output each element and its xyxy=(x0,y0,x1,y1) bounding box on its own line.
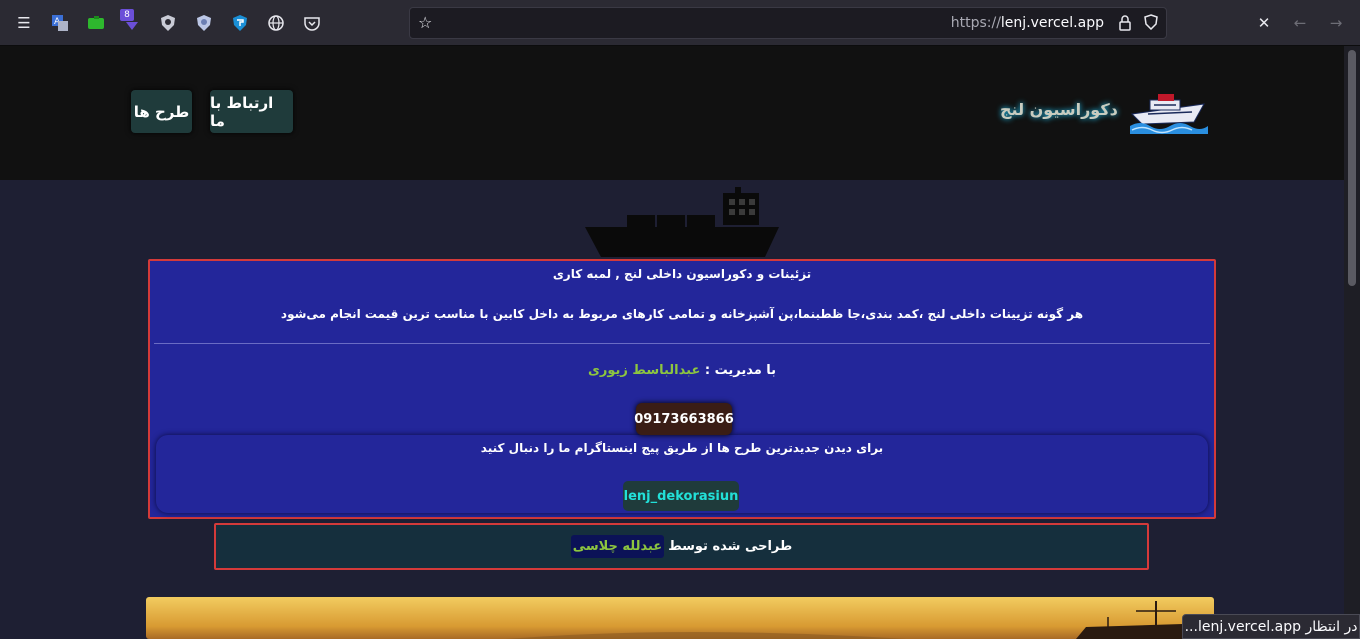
instagram-section: برای دیدن جدیدترین طرح ها از طریق پیج ای… xyxy=(156,435,1208,513)
lock-icon[interactable] xyxy=(1119,15,1131,35)
manager-line: با مدیریت : عبدالباسط زیوری xyxy=(150,363,1214,378)
forward-arrow-icon[interactable]: → xyxy=(1324,11,1348,35)
url-text: https://lenj.vercel.app xyxy=(950,15,1104,31)
menu-icon[interactable]: ☰ xyxy=(12,11,36,35)
main-info-box: تزئینات و دکوراسیون داخلی لنج , لمبه کار… xyxy=(148,259,1216,519)
browser-toolbar: ☰ A 8 ☆ https://lenj.vercel.app ✕ ← → xyxy=(0,0,1360,46)
globe-icon[interactable] xyxy=(264,11,288,35)
phone-number-button[interactable]: 09173663866 xyxy=(634,403,734,435)
tracking-shield-icon[interactable] xyxy=(1144,14,1158,34)
shield-extension-icon[interactable] xyxy=(156,11,180,35)
back-arrow-icon[interactable]: ← xyxy=(1288,11,1312,35)
pocket-icon[interactable] xyxy=(300,11,324,35)
nav-designs-button[interactable]: طرح ها xyxy=(131,90,192,133)
extension-badge: 8 xyxy=(120,9,134,21)
site-brand[interactable]: دکوراسیون لنج xyxy=(1000,100,1118,119)
url-bar[interactable]: ☆ https://lenj.vercel.app xyxy=(409,7,1167,39)
cargo-ship-icon xyxy=(585,187,779,257)
services-description: هر گونه تزیینات داخلی لنج ،کمد بندی،جا ظ… xyxy=(280,307,1084,321)
bookmark-star-icon[interactable]: ☆ xyxy=(418,13,432,32)
extension-green-icon[interactable] xyxy=(84,11,108,35)
close-icon[interactable]: ✕ xyxy=(1252,11,1276,35)
status-bar: در انتظار lenj.vercel.app... xyxy=(1182,614,1360,639)
page-title: تزئینات و دکوراسیون داخلی لنج , لمبه کار… xyxy=(552,267,812,281)
manager-name: عبدالباسط زیوری xyxy=(587,363,701,378)
nav-contact-button[interactable]: ارتباط با ما xyxy=(210,90,293,133)
site-header: طرح ها ارتباط با ما دکوراسیون لنج xyxy=(0,46,1344,180)
scrollbar-thumb[interactable] xyxy=(1348,50,1356,286)
page-scrollbar[interactable] xyxy=(1344,46,1360,639)
instagram-text: برای دیدن جدیدترین طرح ها از طریق پیج ای… xyxy=(480,441,884,455)
manager-label: با مدیریت : xyxy=(704,363,777,378)
translate-icon[interactable]: A xyxy=(48,11,72,35)
designed-by-label: طراحی شده توسط xyxy=(668,539,793,554)
shield-extension-2-icon[interactable] xyxy=(192,11,216,35)
instagram-handle-link[interactable]: lenj_dekorasiun xyxy=(623,481,739,511)
divider xyxy=(154,343,1210,344)
designer-credit: طراحی شده توسط عبدلله چلاسی xyxy=(214,523,1149,570)
vpn-shield-icon[interactable] xyxy=(228,11,252,35)
boat-logo-icon[interactable] xyxy=(1128,90,1208,136)
designer-name[interactable]: عبدلله چلاسی xyxy=(570,535,665,558)
harbor-sunset-image xyxy=(146,597,1214,639)
